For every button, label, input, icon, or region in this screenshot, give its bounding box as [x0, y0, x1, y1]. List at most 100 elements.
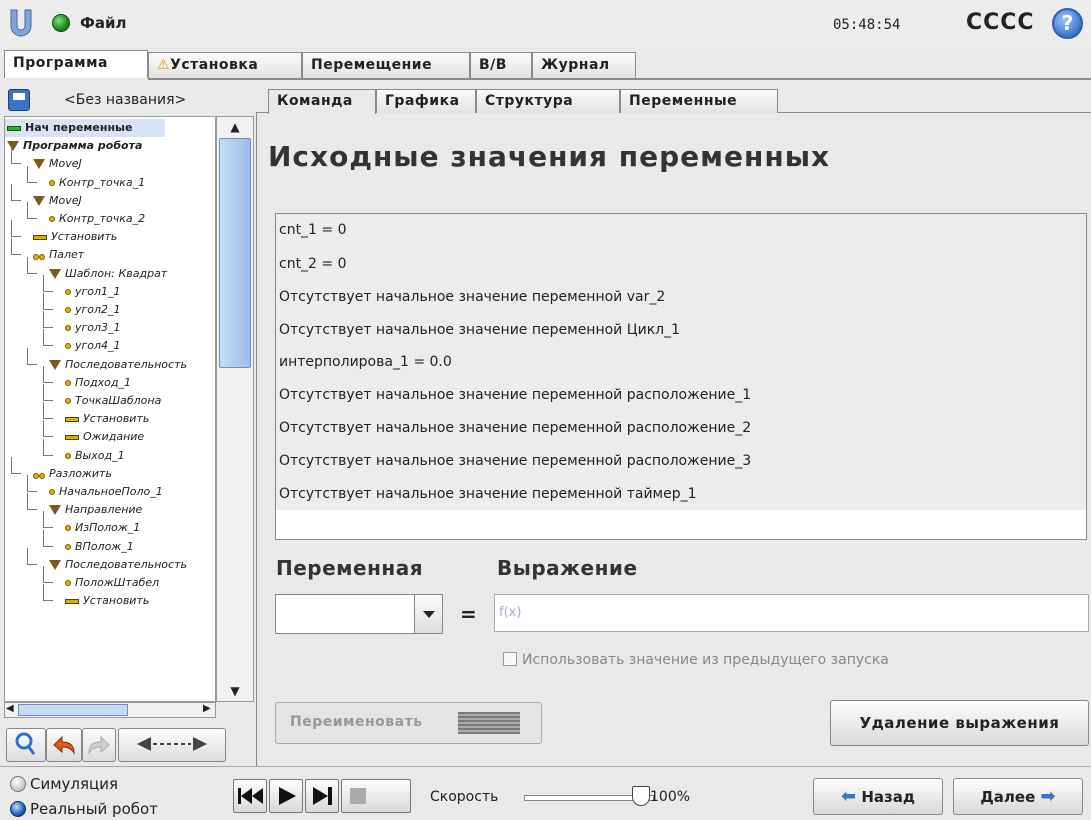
tree-node[interactable]: Последовательность [49, 556, 187, 574]
waypoint-icon [49, 216, 55, 222]
init-variables-icon [7, 125, 21, 131]
tab-move[interactable]: Перемещение [302, 52, 470, 78]
tree-node-label: Ожидание [83, 430, 145, 444]
tree-node[interactable]: Установить [33, 228, 117, 246]
tree-node[interactable]: угол1_1 [65, 283, 121, 301]
tab-installation[interactable]: ⚠Установка [148, 52, 302, 78]
tab-command-label: Команда [277, 93, 353, 109]
simulation-radio[interactable] [10, 776, 26, 792]
tree-node[interactable]: угол2_1 [65, 301, 121, 319]
tree-connector [11, 220, 21, 238]
stop-icon [350, 788, 366, 804]
action-icon [65, 434, 79, 440]
program-tree[interactable]: Нач переменные Программа робота MoveJ Контр… [4, 116, 216, 702]
use-previous-checkbox[interactable] [503, 652, 517, 666]
tree-node[interactable]: MoveJ [33, 155, 82, 173]
tree-connector [43, 584, 53, 602]
tree-connector [11, 147, 21, 165]
tree-node[interactable]: Установить [65, 592, 149, 610]
stop-button[interactable] [341, 779, 411, 813]
tree-node[interactable]: Контр_точка_2 [49, 210, 145, 228]
waypoint-icon [65, 580, 71, 586]
tree-connector [11, 183, 21, 201]
tree-node[interactable]: Направление [49, 501, 142, 519]
variable-row[interactable]: Отсутствует начальное значение переменно… [279, 486, 697, 502]
search-button[interactable] [6, 728, 46, 762]
tree-node[interactable]: Разложить [33, 465, 112, 483]
tree-node[interactable]: ПоложШтабел [65, 574, 159, 592]
next-button-label: Далее [980, 788, 1036, 806]
speed-slider-knob[interactable] [632, 786, 650, 806]
back-button[interactable]: ⬅ Назад [813, 778, 943, 815]
tab-program[interactable]: Программа [4, 50, 148, 78]
tree-scroll-thumb[interactable] [219, 138, 251, 368]
tree-connector [43, 420, 53, 438]
tree-node[interactable]: Контр_точка_1 [49, 174, 145, 192]
scroll-left-icon[interactable]: ◀ [6, 703, 14, 714]
tree-node[interactable]: Программа робота [7, 137, 142, 155]
variable-row[interactable]: cnt_1 = 0 [279, 222, 347, 238]
tree-node[interactable]: Ожидание [65, 428, 144, 446]
simulation-label: Симуляция [30, 775, 119, 793]
back-button-label: Назад [861, 788, 915, 806]
tab-graphics-label: Графика [385, 93, 460, 109]
tree-connector [27, 256, 37, 274]
tree-node[interactable]: MoveJ [33, 192, 82, 210]
variable-row[interactable]: Отсутствует начальное значение переменно… [279, 289, 665, 305]
tree-node-label: угол4_1 [75, 339, 121, 353]
tree-connector [43, 311, 53, 329]
tree-node[interactable]: НачальноеПоло_1 [49, 483, 163, 501]
variable-row[interactable]: Отсутствует начальное значение переменно… [279, 453, 751, 469]
step-button[interactable] [305, 779, 339, 813]
variable-row[interactable]: Отсутствует начальное значение переменно… [279, 420, 751, 436]
tab-graphics[interactable]: Графика [376, 89, 476, 113]
scroll-right-icon[interactable]: ▶ [203, 703, 211, 714]
variable-row[interactable]: интерполирова_1 = 0.0 [279, 354, 452, 370]
file-menu[interactable]: Файл [80, 14, 127, 32]
redo-button[interactable] [82, 728, 116, 762]
tree-node[interactable]: Последовательность [49, 356, 187, 374]
tree-node-label: угол3_1 [75, 321, 121, 335]
help-icon[interactable]: ? [1052, 8, 1083, 39]
delete-expression-button[interactable]: Удаление выражения [830, 700, 1089, 746]
tree-node[interactable]: ИзПолож_1 [65, 519, 140, 537]
action-icon [65, 598, 79, 604]
tree-node[interactable]: Палет [33, 246, 84, 264]
tab-io[interactable]: В/В [470, 52, 532, 78]
move-node-button[interactable] [118, 728, 226, 762]
variable-row[interactable]: cnt_2 = 0 [279, 256, 347, 272]
chevron-down-icon[interactable] [414, 595, 442, 633]
tab-log[interactable]: Журнал [532, 52, 636, 78]
tree-node-label: Выход_1 [75, 448, 125, 462]
tree-node[interactable]: Выход_1 [65, 447, 125, 465]
tree-hscroll-thumb[interactable] [18, 704, 128, 716]
next-button[interactable]: Далее ➡ [953, 778, 1083, 815]
play-button[interactable] [269, 779, 303, 813]
scroll-down-icon[interactable]: ▼ [219, 682, 251, 700]
expression-input[interactable]: f(x) [494, 594, 1089, 632]
tree-node[interactable]: угол4_1 [65, 337, 121, 355]
tree-node[interactable]: Подход_1 [65, 374, 131, 392]
tree-node[interactable]: ТочкаШаблона [65, 392, 161, 410]
skip-back-button[interactable] [233, 779, 267, 813]
real-robot-radio[interactable] [10, 801, 26, 817]
tree-node[interactable]: Шаблон: Квадрат [49, 265, 167, 283]
ur-logo-icon [8, 8, 34, 38]
tree-node[interactable]: Установить [65, 410, 149, 428]
tab-structure[interactable]: Структура [476, 89, 620, 113]
scroll-up-icon[interactable]: ▲ [219, 118, 251, 136]
variable-row[interactable]: Отсутствует начальное значение переменно… [279, 387, 751, 403]
tree-node[interactable]: угол3_1 [65, 319, 121, 337]
arrow-left-icon: ⬅ [841, 786, 857, 807]
save-icon[interactable] [8, 89, 30, 111]
tree-node[interactable]: Нач переменные [5, 119, 165, 137]
tree-node[interactable]: ВПолож_1 [65, 538, 134, 556]
variable-row[interactable]: Отсутствует начальное значение переменно… [279, 322, 680, 338]
top-bar [0, 0, 1091, 48]
tab-command[interactable]: Команда [268, 89, 376, 114]
tree-node-label: ПоложШтабел [75, 576, 160, 589]
tab-variables[interactable]: Переменные [620, 89, 778, 113]
program-name: <Без названия> [64, 92, 187, 108]
undo-button[interactable] [46, 728, 82, 762]
waypoint-icon [65, 288, 71, 295]
